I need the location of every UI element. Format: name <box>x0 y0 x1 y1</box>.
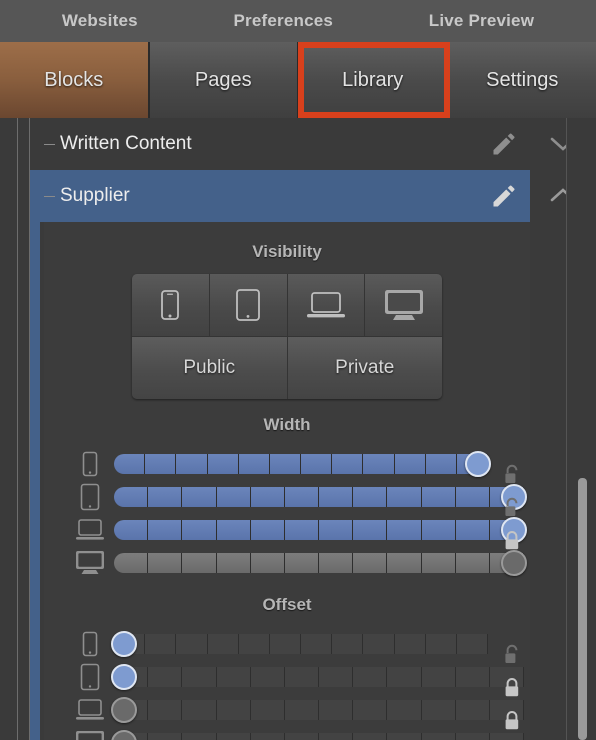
width-section-title: Width <box>263 415 311 434</box>
offset-slider-group <box>44 627 530 740</box>
offset-section-title: Offset <box>262 595 312 614</box>
offset-slider-handle-desktop[interactable] <box>111 729 137 740</box>
offset-slider-row-phone <box>44 627 530 660</box>
blocks-tree-panel: Written Content Supplier Visibility Publ… <box>0 118 596 740</box>
offset-slider-handle-phone[interactable] <box>111 630 137 657</box>
tree-node-written-content[interactable]: Written Content <box>30 118 596 170</box>
laptop-icon <box>70 698 110 722</box>
padlock-open-icon <box>505 644 518 663</box>
tree-rows: Written Content Supplier Visibility Publ… <box>30 118 596 740</box>
scrollbar-thumb[interactable] <box>578 478 587 740</box>
offset-slider-track-tablet[interactable] <box>111 663 525 690</box>
width-lock-laptop-desktop[interactable] <box>494 530 530 552</box>
visibility-device-laptop[interactable] <box>287 274 366 336</box>
menu-item-live-preview[interactable]: Live Preview <box>429 11 534 31</box>
phone-icon <box>70 631 110 657</box>
tablet-icon <box>70 663 110 691</box>
offset-lock-phone-tablet[interactable] <box>494 644 530 666</box>
supplier-settings-panel: Visibility Public Private Width Offset <box>30 222 596 740</box>
width-slider-track-phone[interactable] <box>114 450 491 477</box>
tab-library[interactable]: Library <box>299 42 449 118</box>
top-menu-bar: Websites Preferences Live Preview <box>0 0 596 42</box>
laptop-icon <box>70 518 110 542</box>
offset-slider-track-desktop[interactable] <box>111 729 525 740</box>
tree-node-supplier[interactable]: Supplier <box>30 170 596 222</box>
visibility-button-group: Public Private <box>132 274 442 399</box>
tablet-icon <box>236 289 261 321</box>
visibility-section-title: Visibility <box>252 242 322 261</box>
tab-settings[interactable]: Settings <box>448 42 596 118</box>
phone-icon <box>70 451 110 477</box>
padlock-closed-icon <box>505 531 519 550</box>
tab-settings-label: Settings <box>486 68 559 91</box>
tab-pages-label: Pages <box>194 68 252 91</box>
visibility-mode-row: Public Private <box>132 336 442 399</box>
panel-scrollbar[interactable] <box>566 118 596 740</box>
visibility-controls: Public Private <box>44 274 530 399</box>
offset-slider-row-desktop <box>44 711 530 740</box>
edit-pencil-button-written-content[interactable] <box>478 118 530 170</box>
pencil-icon <box>493 185 515 207</box>
visibility-device-tablet[interactable] <box>209 274 288 336</box>
padlock-open-icon <box>505 464 518 483</box>
desktop-icon <box>70 550 110 576</box>
pencil-icon <box>493 133 515 155</box>
width-lock-phone-tablet[interactable] <box>494 464 530 486</box>
padlock-closed-icon <box>505 678 519 697</box>
laptop-icon <box>306 292 345 318</box>
phone-icon <box>161 290 180 320</box>
edit-pencil-button-supplier[interactable] <box>478 170 530 222</box>
visibility-device-phone[interactable] <box>132 274 210 336</box>
visibility-device-row <box>132 274 442 336</box>
offset-lock-tablet-laptop[interactable] <box>494 677 530 699</box>
padlock-closed-icon <box>505 711 519 730</box>
offset-slider-row-tablet <box>44 644 530 693</box>
width-slider-row-phone <box>44 447 530 480</box>
panel-left-gutter <box>0 118 30 740</box>
offset-slider-handle-tablet[interactable] <box>111 663 137 690</box>
width-lock-tablet-laptop[interactable] <box>494 497 530 519</box>
offset-slider-track-laptop[interactable] <box>111 696 525 723</box>
main-tab-bar: Blocks Pages Library Settings <box>0 42 596 118</box>
offset-lock-laptop-desktop[interactable] <box>494 710 530 732</box>
offset-slider-track-phone[interactable] <box>111 630 489 657</box>
width-slider-group <box>44 447 530 579</box>
padlock-open-icon <box>505 497 518 516</box>
width-slider-row-laptop <box>44 497 530 546</box>
visibility-mode-public[interactable]: Public <box>132 337 288 399</box>
tablet-icon <box>70 483 110 511</box>
width-slider-row-desktop <box>44 531 530 579</box>
width-slider-track-laptop[interactable] <box>114 516 527 543</box>
width-slider-track-tablet[interactable] <box>114 483 527 510</box>
supplier-settings-card: Visibility Public Private Width Offset <box>44 222 530 740</box>
width-slider-handle-phone[interactable] <box>465 450 491 477</box>
desktop-icon <box>384 290 423 320</box>
menu-item-preferences[interactable]: Preferences <box>233 11 333 31</box>
tab-library-label: Library <box>342 68 404 91</box>
width-slider-track-desktop[interactable] <box>114 549 527 576</box>
tree-node-title: Supplier <box>60 185 130 206</box>
tab-pages[interactable]: Pages <box>149 42 299 118</box>
menu-item-websites[interactable]: Websites <box>62 11 138 31</box>
selected-node-accent-rail <box>30 222 40 740</box>
tree-branch-dash <box>44 196 55 197</box>
tab-blocks[interactable]: Blocks <box>0 42 150 118</box>
tab-blocks-label: Blocks <box>44 68 104 91</box>
visibility-mode-private[interactable]: Private <box>287 337 442 399</box>
width-slider-handle-desktop[interactable] <box>501 549 527 576</box>
desktop-icon <box>70 730 110 740</box>
width-slider-row-tablet <box>44 464 530 513</box>
tree-branch-dash <box>44 144 55 145</box>
visibility-device-desktop[interactable] <box>365 274 442 336</box>
tree-node-title: Written Content <box>60 133 192 154</box>
offset-slider-handle-laptop[interactable] <box>111 696 137 723</box>
offset-slider-row-laptop <box>44 678 530 726</box>
